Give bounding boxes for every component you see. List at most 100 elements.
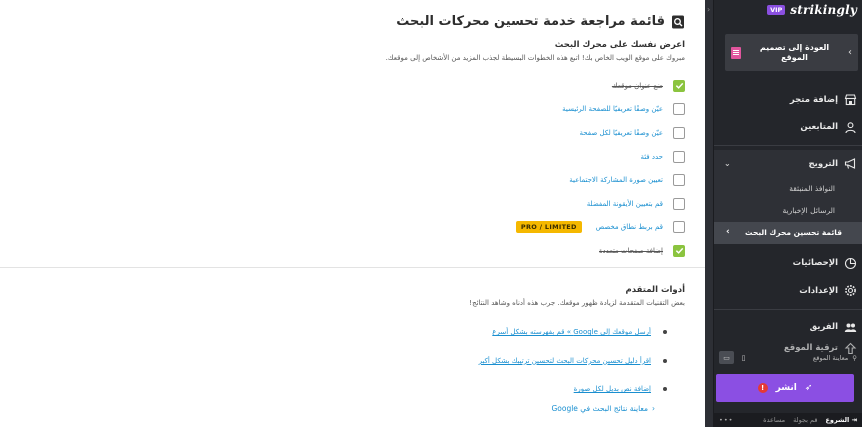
chevron-down-icon: ⌄ <box>724 159 731 169</box>
tour-button[interactable]: قم بجولة <box>793 416 817 424</box>
task-item: قم بتعيين الأيقونة المفضلة <box>325 192 685 216</box>
google-preview-text: معاينة نتائج البحث في Google <box>551 404 648 413</box>
task-checkbox[interactable] <box>673 244 685 257</box>
warning-icon: ! <box>757 383 768 393</box>
chevron-left-icon: ‹ <box>652 404 655 413</box>
design-page-icon <box>731 46 741 59</box>
submit-to-google-link[interactable]: أرسل موقعك إلى Google » قم بفهرسته بشكل … <box>492 328 651 336</box>
advanced-links-list: أرسل موقعك إلى Google » قم بفهرسته بشكل … <box>479 318 667 404</box>
sidebar-item-store[interactable]: إضافة متجر <box>714 86 862 114</box>
help-button[interactable]: مساعدة <box>763 416 785 424</box>
task-checkbox[interactable] <box>673 197 685 210</box>
task-item: عيّن وصفًا تعريفيًا للصفحة الرئيسية <box>325 98 685 122</box>
task-checkbox[interactable] <box>673 79 685 92</box>
bullet-icon <box>663 387 667 392</box>
advanced-item: اقرأ دليل تحسين محركات البحث لتحسين ترتي… <box>479 347 667 376</box>
task-label[interactable]: تعيين صورة المشاركة الاجتماعية <box>569 176 663 184</box>
task-label[interactable]: قم بربط نطاق مخصص <box>596 223 663 231</box>
page-title-text: قائمة مراجعة خدمة تحسين محركات البحث <box>396 14 665 29</box>
desktop-preview-icon[interactable]: ▭ <box>719 351 734 364</box>
sidebar-item-label: إضافة متجر <box>789 94 838 105</box>
sidebar-item-label: الفريق <box>809 322 838 333</box>
sidebar-item-analytics[interactable]: الإحصائيات <box>714 250 862 278</box>
editor-sidebar: ‹ strikingly VIP › العودة إلى تصميم المو… <box>705 0 862 427</box>
sidebar-divider <box>714 145 862 146</box>
sidebar-divider <box>714 308 862 310</box>
publish-button[interactable]: ➶ انشر ! <box>716 374 854 402</box>
get-started-label: الشروع <box>825 416 850 424</box>
advanced-description: بعض التقنيات المتقدمة لزيادة ظهور موقعك.… <box>469 299 685 307</box>
back-to-design-label: العودة إلى تصميم الموقع <box>759 42 830 62</box>
mobile-preview-icon[interactable]: ▯ <box>736 351 751 364</box>
pie-chart-icon <box>844 257 857 270</box>
page-title: قائمة مراجعة خدمة تحسين محركات البحث <box>396 14 685 29</box>
brand: strikingly VIP <box>767 3 857 17</box>
section-heading: اعرض نفسك على محرك البحث <box>554 40 685 50</box>
sidebar-item-label: الإحصائيات <box>792 258 838 269</box>
team-icon <box>844 321 857 334</box>
task-checkbox[interactable] <box>673 150 685 163</box>
more-icon[interactable]: ••• <box>719 416 734 424</box>
task-item: إضافة صفحات متعددة <box>325 239 685 263</box>
submenu-item-popups[interactable]: النوافذ المنبثقة <box>714 178 862 200</box>
task-item: تعيين صورة المشاركة الاجتماعية <box>325 168 685 192</box>
publish-label: انشر <box>775 383 797 393</box>
bullet-icon <box>663 358 667 363</box>
alt-text-link[interactable]: إضافة نص بديل لكل صورة <box>574 385 651 393</box>
sidebar-item-settings[interactable]: الإعدادات <box>714 277 862 305</box>
seo-task-list: ضع عنوان موقعك عيّن وصفًا تعريفيًا للصفح… <box>325 74 685 263</box>
store-icon <box>844 93 857 106</box>
advanced-heading: أدوات المتقدم <box>625 285 685 295</box>
advanced-item: أرسل موقعك إلى Google » قم بفهرسته بشكل … <box>479 318 667 347</box>
task-label[interactable]: ضع عنوان موقعك <box>612 82 663 90</box>
task-checkbox[interactable] <box>673 126 685 139</box>
sidebar-item-followers[interactable]: المتابعين <box>714 114 862 142</box>
sidebar-bottom-bar: ⇥ الشروع قم بجولة مساعدة ••• <box>714 413 862 427</box>
back-to-design-button[interactable]: › العودة إلى تصميم الموقع <box>725 34 858 71</box>
task-checkbox[interactable] <box>673 103 685 116</box>
advanced-item: إضافة نص بديل لكل صورة <box>479 375 667 404</box>
sidebar-item-team[interactable]: الفريق <box>714 314 862 342</box>
gear-icon <box>844 284 857 297</box>
task-item: حدد فئة <box>325 145 685 169</box>
pro-limited-badge: PRO / LIMITED <box>515 221 582 234</box>
task-label[interactable]: حدد فئة <box>640 153 663 161</box>
google-preview-link[interactable]: ‹ معاينة نتائج البحث في Google <box>551 404 655 413</box>
task-label[interactable]: قم بتعيين الأيقونة المفضلة <box>587 200 663 208</box>
sidebar-collapse-handle[interactable]: ‹ <box>705 0 714 427</box>
rocket-icon: ➶ <box>804 383 813 393</box>
section-description: مبروك على موقع الويب الخاص بك! اتبع هذه … <box>385 54 685 62</box>
task-label[interactable]: عيّن وصفًا تعريفيًا للصفحة الرئيسية <box>562 105 663 113</box>
submenu-item-label: قائمة تحسين محرك البحث <box>745 228 842 237</box>
submenu-item-seo-checklist[interactable]: قائمة تحسين محرك البحث › <box>714 221 862 244</box>
arrow-right-icon: ⇥ <box>851 416 857 424</box>
task-item: ضع عنوان موقعك <box>325 74 685 98</box>
task-label[interactable]: عيّن وصفًا تعريفيًا لكل صفحة <box>580 129 664 137</box>
seo-guide-link[interactable]: اقرأ دليل تحسين محركات البحث لتحسين ترتي… <box>479 357 651 365</box>
get-started-button[interactable]: ⇥ الشروع <box>825 416 857 424</box>
seo-search-icon <box>671 15 685 29</box>
checkmark-icon <box>675 248 683 255</box>
task-item: عيّن وصفًا تعريفيًا لكل صفحة <box>325 121 685 145</box>
site-preview-row: ⚲ معاينة الموقع ▯ ▭ <box>719 351 857 364</box>
magnifier-icon: ⚲ <box>852 353 857 362</box>
chevron-right-icon: › <box>848 47 852 58</box>
chevron-left-icon: ‹ <box>707 5 711 14</box>
brand-logo: strikingly <box>790 3 857 17</box>
chevron-left-icon: › <box>726 227 730 237</box>
bullet-icon <box>663 330 667 335</box>
task-checkbox[interactable] <box>673 221 685 234</box>
submenu-item-newsletters[interactable]: الرسائل الإخبارية <box>714 200 862 222</box>
device-toggle: ▯ ▭ <box>719 351 751 364</box>
megaphone-icon <box>844 157 857 170</box>
site-preview-label: معاينة الموقع <box>812 353 849 362</box>
task-label[interactable]: إضافة صفحات متعددة <box>599 247 663 255</box>
task-item: قم بربط نطاق مخصص PRO / LIMITED <box>325 216 685 240</box>
main-content: قائمة مراجعة خدمة تحسين محركات البحث اعر… <box>0 0 705 427</box>
followers-icon <box>844 121 857 134</box>
sidebar-item-label: الإعدادات <box>799 285 838 296</box>
sidebar-nav: إضافة متجر المتابعين الترويج ⌄ النوافذ ا… <box>714 86 862 355</box>
checkmark-icon <box>675 83 683 90</box>
task-checkbox[interactable] <box>673 174 685 187</box>
sidebar-item-promotion[interactable]: الترويج ⌄ <box>714 150 862 178</box>
